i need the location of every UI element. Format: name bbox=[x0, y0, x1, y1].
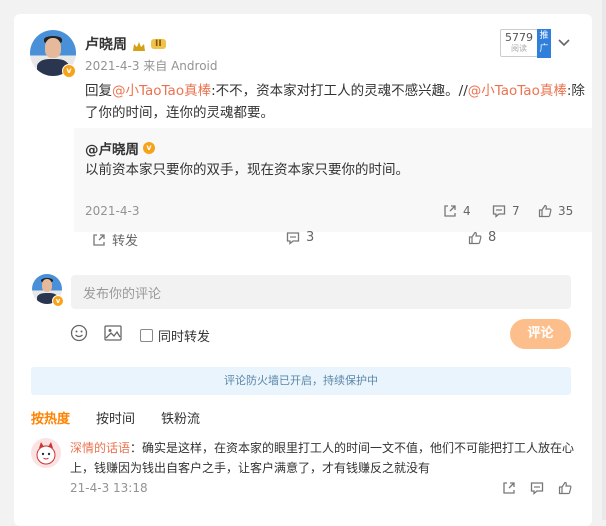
tab-fans[interactable]: 铁粉流 bbox=[161, 408, 200, 427]
comment-button[interactable]: 3 bbox=[286, 230, 314, 245]
emoji-icon[interactable] bbox=[70, 324, 88, 346]
quoted-share-button[interactable]: 4 bbox=[443, 204, 471, 218]
author-name[interactable]: 卢晓周 bbox=[85, 34, 127, 54]
submit-comment-button[interactable]: 评论 bbox=[510, 319, 571, 349]
tab-hot[interactable]: 按热度 bbox=[31, 408, 70, 427]
firewall-notice: 评论防火墙已开启，持续保护中 bbox=[31, 367, 571, 395]
quoted-text: 以前资本家只要你的双手，现在资本家只要你的时间。 bbox=[85, 162, 409, 178]
level-badge: II bbox=[151, 39, 166, 49]
comment-icon bbox=[286, 231, 300, 245]
comment-share-icon[interactable] bbox=[502, 480, 516, 499]
quoted-like-button[interactable]: 35 bbox=[538, 204, 573, 218]
comment-reply-icon[interactable] bbox=[530, 480, 544, 499]
crown-icon bbox=[132, 38, 146, 51]
share-icon bbox=[443, 204, 457, 218]
post-meta: 2021-4-3 来自 Android bbox=[85, 59, 218, 73]
thumbs-up-icon bbox=[538, 204, 552, 218]
repost-checkbox[interactable]: 同时转发 bbox=[140, 326, 210, 345]
like-button[interactable]: 8 bbox=[468, 230, 496, 245]
quoted-author[interactable]: @卢晓周 bbox=[85, 138, 139, 158]
share-button[interactable]: 转发 bbox=[92, 230, 138, 249]
comment-text: 深情的话语：确实是这样，在资本家的眼里打工人的时间一文不值，他们不可能把打工人放… bbox=[70, 441, 575, 475]
comment-input[interactable]: 发布你的评论 bbox=[71, 275, 571, 309]
checkbox-box[interactable] bbox=[140, 329, 153, 342]
comment-like-icon[interactable] bbox=[558, 480, 572, 499]
right-scroll-strip bbox=[602, 0, 606, 520]
thumbs-up-icon bbox=[468, 231, 482, 245]
quoted-date: 2021-4-3 bbox=[85, 204, 140, 218]
post-body: 回复@小TaoTao真棒:不不，资本家对打工人的灵魂不感兴趣。//@小TaoTa… bbox=[85, 83, 585, 121]
comment-time: 21-4-3 13:18 bbox=[70, 481, 148, 495]
verified-badge-icon: v bbox=[62, 64, 76, 78]
share-icon bbox=[92, 233, 106, 247]
mention-link[interactable]: @小TaoTao真棒 bbox=[112, 83, 211, 99]
quoted-post: @卢晓周 v 以前资本家只要你的双手，现在资本家只要你的时间。 2021-4-3… bbox=[74, 128, 592, 232]
commenter-name[interactable]: 深情的话语 bbox=[70, 441, 130, 455]
verified-badge-icon: v bbox=[52, 295, 64, 307]
tab-time[interactable]: 按时间 bbox=[96, 408, 135, 427]
read-count-badge: 5779 阅读 bbox=[500, 29, 538, 57]
promote-button[interactable]: 推广 bbox=[537, 29, 551, 58]
chevron-down-icon[interactable] bbox=[558, 32, 570, 51]
image-icon[interactable] bbox=[104, 325, 122, 345]
quoted-comment-button[interactable]: 7 bbox=[492, 204, 520, 218]
mention-link[interactable]: @小TaoTao真棒 bbox=[468, 83, 567, 99]
commenter-avatar[interactable] bbox=[31, 438, 61, 468]
comment-icon bbox=[492, 204, 506, 218]
verified-badge-icon: v bbox=[143, 142, 155, 154]
weibo-post-card: v 卢晓周 II 2021-4-3 来自 Android 5779 阅读 推广 … bbox=[14, 14, 592, 526]
